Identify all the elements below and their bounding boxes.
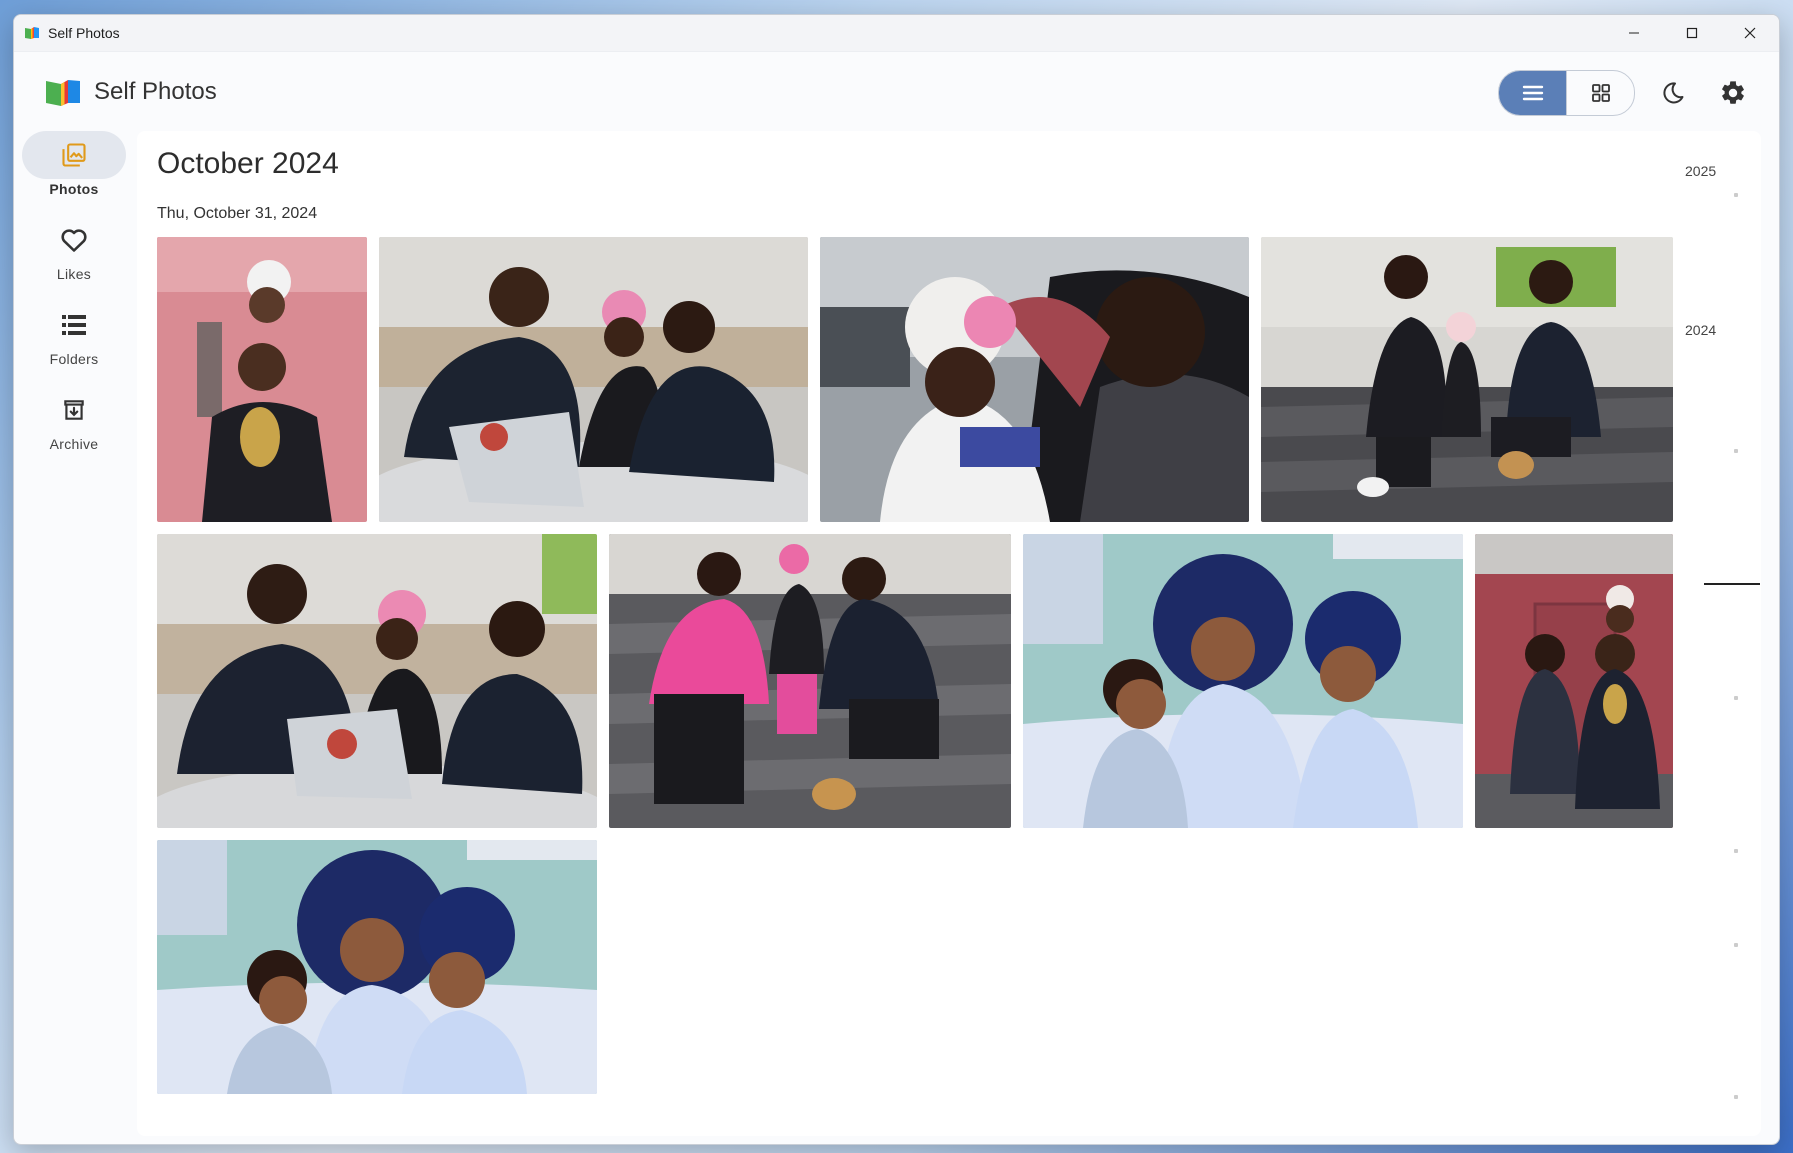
- photo-thumbnail[interactable]: [1261, 237, 1673, 522]
- close-button[interactable]: [1721, 15, 1779, 51]
- list-view-icon: [1522, 84, 1544, 102]
- sidebar-item-folders[interactable]: Folders: [14, 301, 134, 386]
- dark-mode-toggle[interactable]: [1651, 71, 1695, 115]
- sidebar: Photos Likes Folders Archive: [14, 131, 134, 471]
- timeline-marker: [1734, 943, 1738, 947]
- timeline-year-label[interactable]: 2025: [1685, 163, 1716, 179]
- photo-thumbnail[interactable]: [379, 237, 808, 522]
- app-logo-icon: [24, 26, 40, 40]
- grid-view-button[interactable]: [1566, 71, 1634, 115]
- title-bar[interactable]: Self Photos: [14, 15, 1779, 52]
- view-toggle[interactable]: [1498, 70, 1635, 116]
- photo-thumbnail[interactable]: [1475, 534, 1673, 828]
- gear-icon: [1719, 79, 1747, 107]
- photo-thumbnail[interactable]: [1023, 534, 1463, 828]
- heart-icon: [60, 227, 88, 253]
- month-title: October 2024: [157, 147, 339, 180]
- archive-icon: [61, 397, 87, 423]
- app-header: Self Photos: [14, 52, 1779, 132]
- timeline-marker: [1734, 696, 1738, 700]
- moon-icon: [1661, 81, 1685, 105]
- timeline-marker: [1734, 849, 1738, 853]
- minimize-button[interactable]: [1605, 15, 1663, 51]
- timeline-marker: [1734, 1095, 1738, 1099]
- app-window: Self Photos Self Photos Photos Likes Fol…: [13, 14, 1780, 1145]
- photos-icon: [60, 141, 88, 169]
- window-title: Self Photos: [48, 25, 120, 41]
- sidebar-item-label: Likes: [56, 266, 92, 282]
- app-logo-icon: [44, 77, 82, 107]
- sidebar-item-archive[interactable]: Archive: [14, 386, 134, 471]
- photo-thumbnail[interactable]: [820, 237, 1249, 522]
- photo-gallery: October 2024 Thu, October 31, 2024 2025 …: [137, 131, 1761, 1136]
- folders-icon: [61, 314, 87, 336]
- maximize-button[interactable]: [1663, 15, 1721, 51]
- sidebar-item-label: Photos: [49, 181, 99, 197]
- sidebar-item-photos[interactable]: Photos: [14, 131, 134, 216]
- photo-thumbnail[interactable]: [609, 534, 1011, 828]
- timeline-scrubber[interactable]: 2025 2024: [1671, 131, 1761, 1136]
- timeline-current-position[interactable]: [1704, 583, 1760, 585]
- grid-view-icon: [1591, 83, 1611, 103]
- sidebar-item-label: Archive: [49, 436, 99, 452]
- photo-thumbnail[interactable]: [157, 534, 597, 828]
- sidebar-item-likes[interactable]: Likes: [14, 216, 134, 301]
- settings-button[interactable]: [1711, 71, 1755, 115]
- app-title: Self Photos: [94, 78, 217, 105]
- sidebar-item-label: Folders: [49, 351, 99, 367]
- timeline-year-label[interactable]: 2024: [1685, 322, 1716, 338]
- photo-thumbnail[interactable]: [157, 840, 597, 1094]
- photo-thumbnail[interactable]: [157, 237, 367, 522]
- date-label: Thu, October 31, 2024: [157, 205, 318, 222]
- list-view-button[interactable]: [1499, 71, 1566, 115]
- timeline-marker: [1734, 193, 1738, 197]
- timeline-marker: [1734, 449, 1738, 453]
